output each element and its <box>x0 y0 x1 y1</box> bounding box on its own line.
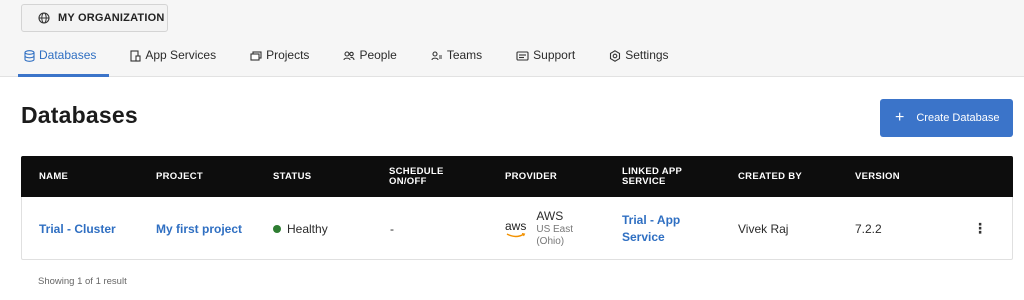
tab-label: Settings <box>625 48 669 62</box>
organization-label: MY ORGANIZATION <box>58 12 165 24</box>
tab-people[interactable]: People <box>343 48 397 77</box>
cell-project: My first project <box>156 197 242 260</box>
column-header-linked-app-service: LINKED APP SERVICE <box>622 165 683 187</box>
tab-label: Projects <box>266 48 310 62</box>
column-header-version: VERSION <box>855 170 900 182</box>
create-database-label: Create Database <box>916 112 1000 124</box>
aws-logo-icon: aws <box>505 219 526 238</box>
create-database-button[interactable]: + Create Database <box>880 99 1013 137</box>
databases-table: NAME PROJECT STATUS SCHEDULE ON/OFF PROVI… <box>21 156 1013 260</box>
project-link[interactable]: My first project <box>156 222 242 236</box>
cell-schedule: - <box>390 197 394 260</box>
cell-status: Healthy <box>273 197 328 260</box>
support-icon <box>516 51 529 61</box>
tab-databases[interactable]: Databases <box>17 48 110 77</box>
version-value: 7.2.2 <box>855 221 882 236</box>
top-navigation-area: MY ORGANIZATION Databases App Services P… <box>0 0 1024 77</box>
page-title: Databases <box>21 102 138 128</box>
tab-settings[interactable]: Settings <box>609 48 669 77</box>
column-header-created-by: CREATED BY <box>738 170 803 182</box>
provider-region-line1: US East <box>536 223 574 235</box>
provider-details: AWS US East (Ohio) <box>536 209 573 249</box>
schedule-value: - <box>390 221 394 236</box>
cell-created-by: Vivek Raj <box>738 197 788 260</box>
tab-label: Databases <box>39 48 97 62</box>
linked-app-service-link[interactable]: Trial - App Service <box>622 212 680 244</box>
main-tabs: Databases App Services Projects People T… <box>17 48 669 77</box>
cell-provider: aws AWS US East (Ohio) <box>505 197 573 260</box>
cell-linked-app-service: Trial - App Service <box>622 197 680 260</box>
status-dot-icon <box>273 224 281 233</box>
status-text: Healthy <box>287 221 328 236</box>
cell-actions: ⋮ <box>973 197 987 260</box>
tab-support[interactable]: Support <box>516 48 575 77</box>
tab-teams[interactable]: Teams <box>431 48 482 77</box>
people-icon <box>343 51 355 61</box>
column-header-status: STATUS <box>273 170 312 182</box>
app-services-icon <box>130 50 141 62</box>
column-header-provider: PROVIDER <box>505 170 558 182</box>
provider-name: AWS <box>536 208 564 223</box>
table-row: Trial - Cluster My first project Healthy… <box>22 197 1012 260</box>
database-name-link[interactable]: Trial - Cluster <box>39 222 116 236</box>
cell-version: 7.2.2 <box>855 197 882 260</box>
result-count: Showing 1 of 1 result <box>38 276 127 287</box>
globe-icon <box>38 12 50 24</box>
organization-selector-button[interactable]: MY ORGANIZATION <box>21 4 168 32</box>
tab-label: Teams <box>446 48 483 62</box>
tab-label: People <box>359 48 397 62</box>
table-header: NAME PROJECT STATUS SCHEDULE ON/OFF PROVI… <box>21 156 1013 197</box>
database-icon <box>24 50 35 62</box>
projects-icon <box>250 51 262 61</box>
plus-icon: + <box>895 109 905 126</box>
created-by-value: Vivek Raj <box>738 221 789 236</box>
kebab-menu-icon[interactable]: ⋮ <box>973 220 987 237</box>
provider-region-line2: (Ohio) <box>536 236 565 247</box>
settings-icon <box>610 50 621 62</box>
column-header-project: PROJECT <box>156 170 203 182</box>
cell-name: Trial - Cluster <box>39 197 116 260</box>
column-header-schedule: SCHEDULE ON/OFF <box>389 165 444 187</box>
tab-label: App Services <box>145 48 217 62</box>
tab-projects[interactable]: Projects <box>250 48 309 77</box>
teams-icon <box>431 51 442 61</box>
column-header-name: NAME <box>39 170 69 182</box>
tab-label: Support <box>533 48 576 62</box>
tab-app-services[interactable]: App Services <box>130 48 216 77</box>
